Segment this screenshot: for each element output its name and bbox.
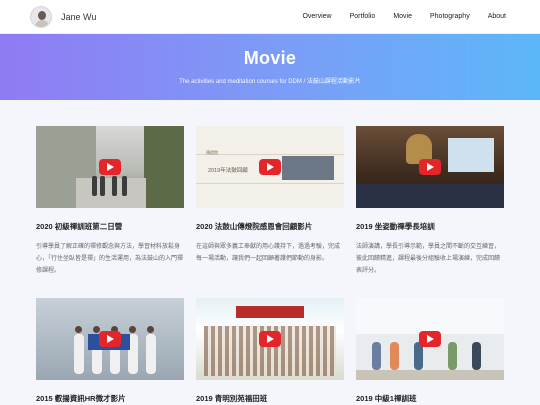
nav-portfolio[interactable]: Portfolio xyxy=(350,13,376,20)
video-thumbnail[interactable] xyxy=(196,298,344,380)
nav-photography[interactable]: Photography xyxy=(430,13,470,20)
video-thumbnail[interactable] xyxy=(36,298,184,380)
video-card[interactable]: 2015 叡揚資訊HR微才影片 xyxy=(36,298,184,404)
nav-movie[interactable]: Movie xyxy=(393,13,412,20)
hero-banner: Movie The activities and meditation cour… xyxy=(0,34,540,100)
video-card[interactable]: 2019 中級1禪訓班 xyxy=(356,298,504,404)
brand[interactable]: Jane Wu xyxy=(30,5,96,28)
nav-overview[interactable]: Overview xyxy=(302,13,331,20)
video-card[interactable]: 2020 初級禪訓班第二日營 引導學員了解正確的禪修觀念與方法，學習材料放鬆身心… xyxy=(36,126,184,277)
video-title[interactable]: 2015 叡揚資訊HR微才影片 xyxy=(36,393,184,404)
video-title[interactable]: 2020 初級禪訓班第二日營 xyxy=(36,221,184,232)
video-title[interactable]: 2019 青明別苑福田班 xyxy=(196,393,344,404)
play-icon[interactable] xyxy=(259,331,281,347)
thumbnail-logo: 傳燈院 xyxy=(206,150,218,155)
video-thumbnail[interactable] xyxy=(356,126,504,208)
video-description: 法師演講，學長引導示範，學員之間不斷的交互練習，彼此回饋精進，課程最後分組驗收上… xyxy=(356,244,501,274)
video-thumbnail[interactable] xyxy=(356,298,504,380)
video-card[interactable]: 傳燈院 2019年法鼓回顧 2020 法鼓山傳燈院感恩會回顧影片 在這師與眾多義… xyxy=(196,126,344,265)
video-thumbnail[interactable] xyxy=(36,126,184,208)
play-icon[interactable] xyxy=(419,159,441,175)
page-title: Movie xyxy=(243,48,297,68)
video-card[interactable]: 2019 坐姿動禪學長培訓 法師演講，學長引導示範，學員之間不斷的交互練習，彼此… xyxy=(356,126,504,277)
avatar xyxy=(30,5,52,28)
nav-about[interactable]: About xyxy=(488,13,506,20)
video-description: 引導學員了解正確的禪修觀念與方法，學習材料放鬆身心，「行住坐臥皆是禪」的生活運用… xyxy=(36,244,184,274)
thumbnail-caption: 2019年法鼓回顧 xyxy=(208,168,248,174)
play-icon[interactable] xyxy=(259,159,281,175)
video-card[interactable]: 2019 青明別苑福田班 xyxy=(196,298,344,404)
play-icon[interactable] xyxy=(99,331,121,347)
video-description: 在這師與眾多義工奉獻的用心護持下，過過考驗，完成每一場活動，讓我們一起回顧著護們… xyxy=(196,244,341,262)
brand-name[interactable]: Jane Wu xyxy=(61,12,96,22)
page-subtitle: The activities and meditation courses fo… xyxy=(179,79,361,85)
play-icon[interactable] xyxy=(99,159,121,175)
play-icon[interactable] xyxy=(419,331,441,347)
main-nav: Overview Portfolio Movie Photography Abo… xyxy=(284,13,506,20)
video-title[interactable]: 2019 坐姿動禪學長培訓 xyxy=(356,221,504,232)
top-navbar: Jane Wu Overview Portfolio Movie Photogr… xyxy=(0,0,540,34)
video-title[interactable]: 2020 法鼓山傳燈院感恩會回顧影片 xyxy=(196,221,344,232)
video-title[interactable]: 2019 中級1禪訓班 xyxy=(356,393,504,404)
video-thumbnail[interactable]: 傳燈院 2019年法鼓回顧 xyxy=(196,126,344,208)
